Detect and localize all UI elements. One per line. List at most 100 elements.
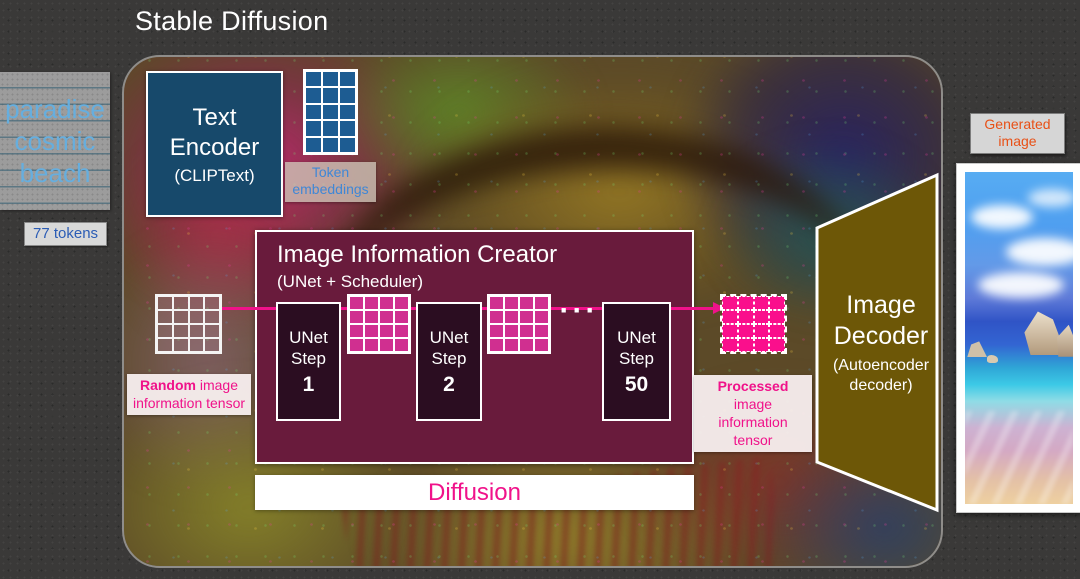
grid-cell bbox=[339, 103, 356, 121]
latent-grid-2 bbox=[487, 294, 551, 354]
grid-cell bbox=[534, 338, 549, 352]
creator-subtitle: (UNet + Scheduler) bbox=[277, 272, 423, 291]
unet-step-1-box: UNet Step 1 bbox=[276, 302, 341, 421]
grid-cell bbox=[322, 103, 339, 121]
grid-cell bbox=[534, 324, 549, 338]
grid-cell bbox=[172, 310, 189, 324]
grid-cell bbox=[204, 338, 220, 352]
sea-rock bbox=[986, 354, 998, 363]
grid-cell bbox=[349, 338, 364, 352]
grid-cell bbox=[504, 310, 519, 324]
grid-cell bbox=[188, 338, 205, 352]
text-encoder-subtitle: (CLIPText) bbox=[174, 165, 255, 185]
random-tensor-grid bbox=[155, 294, 222, 354]
processed-tensor-grid bbox=[720, 294, 787, 354]
grid-cell bbox=[769, 310, 785, 324]
grid-cell bbox=[737, 310, 754, 324]
cloud bbox=[971, 205, 1034, 230]
grid-cell bbox=[157, 338, 173, 352]
grid-cell bbox=[394, 338, 409, 352]
sea-rock bbox=[967, 341, 988, 358]
grid-cell bbox=[489, 310, 504, 324]
prompt-text: paradise cosmic beach bbox=[5, 94, 105, 188]
grid-cell bbox=[379, 296, 394, 310]
random-tensor-label: Random image information tensor bbox=[127, 374, 251, 415]
cloud bbox=[977, 271, 1064, 298]
processed-tensor-label: Processed image information tensor bbox=[694, 375, 812, 452]
beach-scene bbox=[965, 172, 1073, 504]
grid-cell bbox=[769, 338, 785, 352]
latent-grid-1 bbox=[347, 294, 411, 354]
ellipsis-dots: ··· bbox=[559, 294, 599, 327]
beach-sand bbox=[965, 411, 1073, 504]
grid-cell bbox=[188, 310, 205, 324]
grid-cell bbox=[379, 310, 394, 324]
grid-cell bbox=[519, 338, 534, 352]
grid-cell bbox=[519, 324, 534, 338]
grid-cell bbox=[722, 296, 738, 310]
diffusion-banner: Diffusion bbox=[255, 475, 694, 510]
grid-cell bbox=[305, 71, 322, 88]
grid-cell bbox=[364, 338, 379, 352]
stable-diffusion-figure: Stable Diffusion paradise cosmic beach 7… bbox=[0, 0, 1080, 579]
grid-cell bbox=[322, 120, 339, 137]
unet-step-2-box: UNet Step 2 bbox=[416, 302, 482, 421]
grid-cell bbox=[394, 296, 409, 310]
grid-cell bbox=[305, 87, 322, 104]
grid-cell bbox=[504, 324, 519, 338]
pipeline-panel: Text Encoder (CLIPText) Token embeddings… bbox=[122, 55, 943, 568]
generated-image-label: Generated image bbox=[970, 113, 1065, 154]
grid-cell bbox=[394, 310, 409, 324]
grid-cell bbox=[157, 324, 173, 338]
grid-cell bbox=[753, 324, 770, 338]
grid-cell bbox=[172, 296, 189, 310]
grid-cell bbox=[364, 310, 379, 324]
grid-cell bbox=[489, 338, 504, 352]
cloud bbox=[1006, 238, 1073, 267]
token-embeddings-label: Token embeddings bbox=[285, 162, 376, 202]
grid-cell bbox=[753, 310, 770, 324]
image-decoder-label: Image Decoder (Autoencoder decoder) bbox=[832, 290, 930, 394]
cloud bbox=[1027, 188, 1073, 207]
grid-cell bbox=[172, 338, 189, 352]
grid-cell bbox=[722, 324, 738, 338]
grid-cell bbox=[339, 136, 356, 153]
grid-cell bbox=[204, 296, 220, 310]
grid-cell bbox=[489, 296, 504, 310]
grid-cell bbox=[349, 296, 364, 310]
grid-cell bbox=[339, 87, 356, 104]
grid-cell bbox=[349, 310, 364, 324]
grid-cell bbox=[339, 71, 356, 88]
grid-cell bbox=[504, 338, 519, 352]
grid-cell bbox=[305, 120, 322, 137]
grid-cell bbox=[519, 310, 534, 324]
grid-cell bbox=[157, 310, 173, 324]
grid-cell bbox=[339, 120, 356, 137]
grid-cell bbox=[188, 296, 205, 310]
grid-cell bbox=[753, 338, 770, 352]
grid-cell bbox=[322, 87, 339, 104]
grid-cell bbox=[305, 103, 322, 121]
grid-cell bbox=[722, 338, 738, 352]
grid-cell bbox=[534, 296, 549, 310]
grid-cell bbox=[737, 338, 754, 352]
grid-cell bbox=[364, 324, 379, 338]
grid-cell bbox=[737, 324, 754, 338]
grid-cell bbox=[769, 324, 785, 338]
grid-cell bbox=[379, 324, 394, 338]
text-encoder-title: Text bbox=[192, 103, 237, 131]
grid-cell bbox=[322, 136, 339, 153]
image-information-creator-box: Image Information Creator (UNet + Schedu… bbox=[255, 230, 694, 464]
grid-cell bbox=[504, 296, 519, 310]
grid-cell bbox=[722, 310, 738, 324]
grid-cell bbox=[157, 296, 173, 310]
grid-cell bbox=[172, 324, 189, 338]
grid-cell bbox=[188, 324, 205, 338]
grid-cell bbox=[489, 324, 504, 338]
text-encoder-box: Text Encoder (CLIPText) bbox=[146, 71, 283, 217]
grid-cell bbox=[753, 296, 770, 310]
grid-cell bbox=[364, 296, 379, 310]
grid-cell bbox=[349, 324, 364, 338]
grid-cell bbox=[322, 71, 339, 88]
image-decoder-trapezoid: Image Decoder (Autoencoder decoder) bbox=[808, 170, 941, 515]
